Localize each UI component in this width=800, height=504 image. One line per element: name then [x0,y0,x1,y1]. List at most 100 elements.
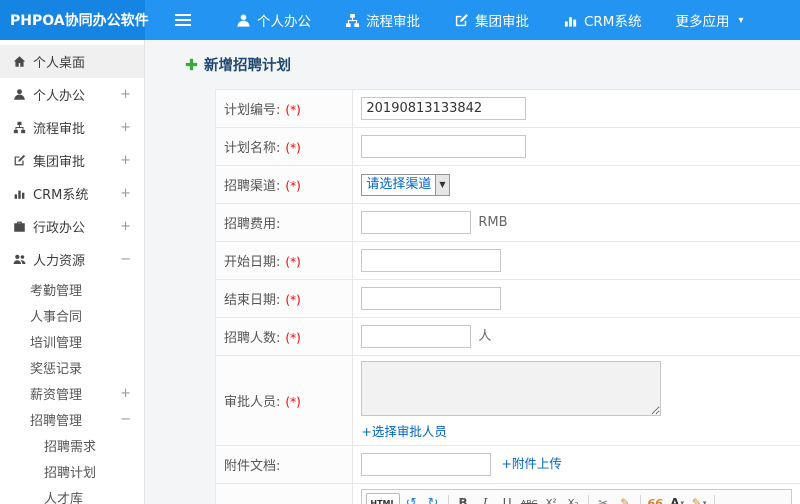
nav-label: 更多应用 [675,14,730,30]
plan-no-input[interactable] [361,97,527,120]
field-label: 开始日期: [224,255,281,270]
users-icon [13,253,27,267]
chevron-down-icon: ▼ [435,174,449,195]
sidebar-item-attendance-mgmt[interactable]: 考勤管理 [0,276,144,302]
blockquote-button[interactable]: 66 [645,493,666,504]
attachment-input[interactable] [361,453,492,476]
field-label: 结束日期: [224,293,281,308]
editor-toolbar-row-1: HTML ↺ ↻ B I U ABC X² X₂ ✂ ✎ 66 A ▾ ✎ ▾ [362,490,791,504]
flow-icon [345,13,360,28]
bold-button[interactable]: B [453,493,474,504]
sidebar-item-hr-contract[interactable]: 人事合同 [0,302,144,328]
expand-toggle[interactable]: + [120,120,131,135]
required-mark: (*) [285,103,301,117]
sidebar-item-group-approval[interactable]: 集团审批 + [0,144,144,177]
sidebar-item-label: 招聘管理 [30,413,83,429]
end-date-input[interactable] [361,287,502,310]
toolbar-divider [639,495,641,504]
form-field-cell: 请选择渠道 ▼ [352,165,800,204]
nav-label: 流程审批 [366,14,420,30]
nav-label: CRM系统 [584,14,642,30]
sidebar-item-talent-pool[interactable]: 人才库 [0,484,144,504]
plan-name-input[interactable] [361,135,527,158]
form-field-cell: RMB [352,203,800,242]
choose-approver-link[interactable]: +选择审批人员 [361,421,446,440]
attachment-upload-link[interactable]: +附件上传 [501,456,561,471]
highlight-label: ✎ [691,496,702,504]
sidebar-item-desktop[interactable]: 个人桌面 [0,45,144,78]
nav-group-approval[interactable]: 集团审批 [437,0,546,40]
required-mark: (*) [285,331,301,345]
undo-button[interactable]: ↺ [401,493,422,504]
html-source-button[interactable]: HTML [366,493,400,504]
redo-button[interactable]: ↻ [423,493,444,504]
page-title: 新增招聘计划 [185,54,800,75]
start-date-input[interactable] [361,249,502,272]
app-logo: PHPOA协同办公软件 [0,0,149,40]
field-label: 招聘渠道: [224,179,281,194]
nav-personal-office[interactable]: 个人办公 [219,0,328,40]
collapse-toggle[interactable]: − [120,252,131,267]
nav-label: 集团审批 [475,14,529,30]
top-navigation: 个人办公 流程审批 集团审批 CRM系统 更多应用 ▾ [219,0,761,40]
channel-select[interactable]: 请选择渠道 ▼ [361,173,450,196]
cost-unit: RMB [478,215,508,230]
sidebar-item-admin-office[interactable]: 行政办公 + [0,210,144,243]
highlight-color-button[interactable]: ✎ ▾ [689,493,710,504]
form-label-cell: 招聘费用: [214,203,354,242]
sidebar-item-recruit-plan[interactable]: 招聘计划 [0,458,144,484]
toolbar-divider [447,495,449,504]
approver-textarea[interactable] [361,361,662,416]
sidebar-item-reward-record[interactable]: 奖惩记录 [0,354,144,380]
expand-toggle[interactable]: + [120,386,131,401]
form-row-attachment: 附件文档: +附件上传 [214,445,800,484]
nav-label: 个人办公 [257,14,311,30]
field-label: 审批人员: [224,395,281,410]
sidebar-item-label: 人才库 [44,491,84,504]
expand-toggle[interactable]: + [120,186,131,201]
main-content: 新增招聘计划 计划编号: (*) 计划名称: (*) [145,40,800,504]
collapse-toggle[interactable]: − [120,412,131,427]
form-row-editor: HTML ↺ ↻ B I U ABC X² X₂ ✂ ✎ 66 A ▾ ✎ ▾ [214,483,800,504]
superscript-button[interactable]: X² [541,493,562,504]
sidebar-item-recruit-mgmt[interactable]: 招聘管理 − [0,406,144,432]
sidebar: 个人桌面 个人办公 + 流程审批 + 集团审批 + CRM系统 + 行政办公 + [0,40,145,504]
sidebar-item-label: 个人办公 [33,89,86,104]
form-label-cell: 结束日期: (*) [214,279,354,318]
chevron-down-icon: ▾ [738,14,744,26]
sidebar-item-training-mgmt[interactable]: 培训管理 [0,328,144,354]
form-field-cell [352,241,800,280]
hamburger-menu-icon[interactable] [175,0,191,40]
nav-more-apps[interactable]: 更多应用 ▾ [658,0,760,40]
format-brush-icon[interactable]: ✎ [615,493,636,504]
nav-crm-system[interactable]: CRM系统 [546,0,658,40]
strikethrough-button[interactable]: ABC [519,493,540,504]
expand-toggle[interactable]: + [120,87,131,102]
flow-icon [13,121,27,135]
sidebar-item-salary-mgmt[interactable]: 薪资管理 + [0,380,144,406]
sidebar-item-workflow-approval[interactable]: 流程审批 + [0,111,144,144]
expand-toggle[interactable]: + [120,153,131,168]
font-color-button[interactable]: A ▾ [667,493,688,504]
expand-toggle[interactable]: + [120,219,131,234]
field-label: 附件文档: [224,459,281,474]
nav-workflow-approval[interactable]: 流程审批 [328,0,437,40]
topbar: PHPOA协同办公软件 个人办公 流程审批 集团审批 CRM系统 更多应用 ▾ [0,0,800,40]
form-label-cell: 招聘人数: (*) [214,317,354,356]
sidebar-item-crm-system[interactable]: CRM系统 + [0,177,144,210]
sidebar-item-label: 人力资源 [33,254,86,269]
underline-button[interactable]: U [497,493,518,504]
sidebar-item-human-resources[interactable]: 人力资源 − [0,243,144,276]
form-label-cell: 计划名称: (*) [214,127,354,166]
italic-button[interactable]: I [475,493,496,504]
cost-input[interactable] [361,211,472,234]
subscript-button[interactable]: X₂ [563,493,584,504]
cut-icon[interactable]: ✂ [593,493,614,504]
plus-icon [185,58,198,71]
headcount-input[interactable] [361,325,472,348]
sidebar-item-recruit-demand[interactable]: 招聘需求 [0,432,144,458]
form-row-end-date: 结束日期: (*) [214,279,800,318]
form-label-cell: 附件文档: [214,445,354,484]
form-field-cell [352,279,800,318]
sidebar-item-personal-office[interactable]: 个人办公 + [0,78,144,111]
